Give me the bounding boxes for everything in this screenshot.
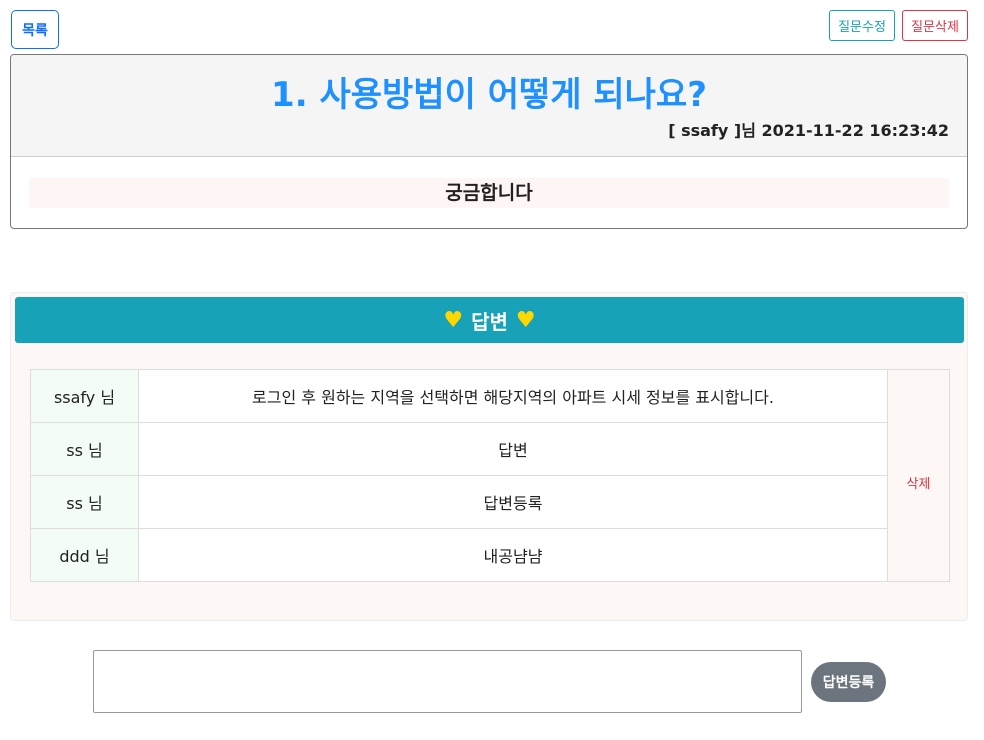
answer-content: 로그인 후 원하는 지역을 선택하면 해당지역의 아파트 시세 정보를 표시합니… [138, 369, 888, 423]
answer-content: 답변 [138, 422, 888, 476]
answer-header: ♥ 답변 ♥ [15, 297, 964, 343]
submit-answer-button[interactable]: 답변등록 [811, 662, 886, 702]
delete-question-button[interactable]: 질문삭제 [902, 10, 968, 41]
table-row: ssafy 님 로그인 후 원하는 지역을 선택하면 해당지역의 아파트 시세 … [30, 369, 950, 582]
answer-actions: 삭제 [887, 369, 950, 582]
table-row: ss 님 답변등록 [30, 475, 950, 529]
answer-panel: ♥ 답변 ♥ ssafy 님 로그인 후 원하는 지역을 선택하면 해당지역의 … [10, 292, 968, 621]
question-header: 1. 사용방법이 어떻게 되나요? [ ssafy ]님 2021-11-22 … [11, 55, 967, 157]
answer-author: ss 님 [30, 422, 139, 476]
table-row: ss 님 답변 [30, 422, 950, 476]
list-button[interactable]: 목록 [11, 10, 59, 49]
question-meta: [ ssafy ]님 2021-11-22 16:23:42 [668, 121, 949, 140]
heart-icon: ♥ [443, 307, 464, 333]
edit-question-button[interactable]: 질문수정 [829, 10, 895, 41]
question-card: 1. 사용방법이 어떻게 되나요? [ ssafy ]님 2021-11-22 … [10, 54, 968, 229]
answer-header-label: 답변 [471, 309, 508, 334]
question-title: 1. 사용방법이 어떻게 되나요? [271, 75, 707, 115]
answer-author: ssafy 님 [30, 369, 139, 423]
question-detail-page: 목록 질문수정 질문삭제 1. 사용방법이 어떻게 되나요? [ ssafy ]… [0, 0, 984, 740]
delete-answer-link[interactable]: 삭제 [907, 477, 931, 492]
answer-content: 내공냠냠 [138, 528, 888, 582]
answer-table: ssafy 님 로그인 후 원하는 지역을 선택하면 해당지역의 아파트 시세 … [30, 369, 950, 582]
table-row: ddd 님 내공냠냠 [30, 528, 950, 582]
answer-content: 답변등록 [138, 475, 888, 529]
answer-input[interactable] [93, 650, 802, 713]
question-body: 궁금합니다 [29, 178, 949, 208]
heart-icon: ♥ [515, 307, 536, 333]
answer-author: ddd 님 [30, 528, 139, 582]
answer-author: ss 님 [30, 475, 139, 529]
